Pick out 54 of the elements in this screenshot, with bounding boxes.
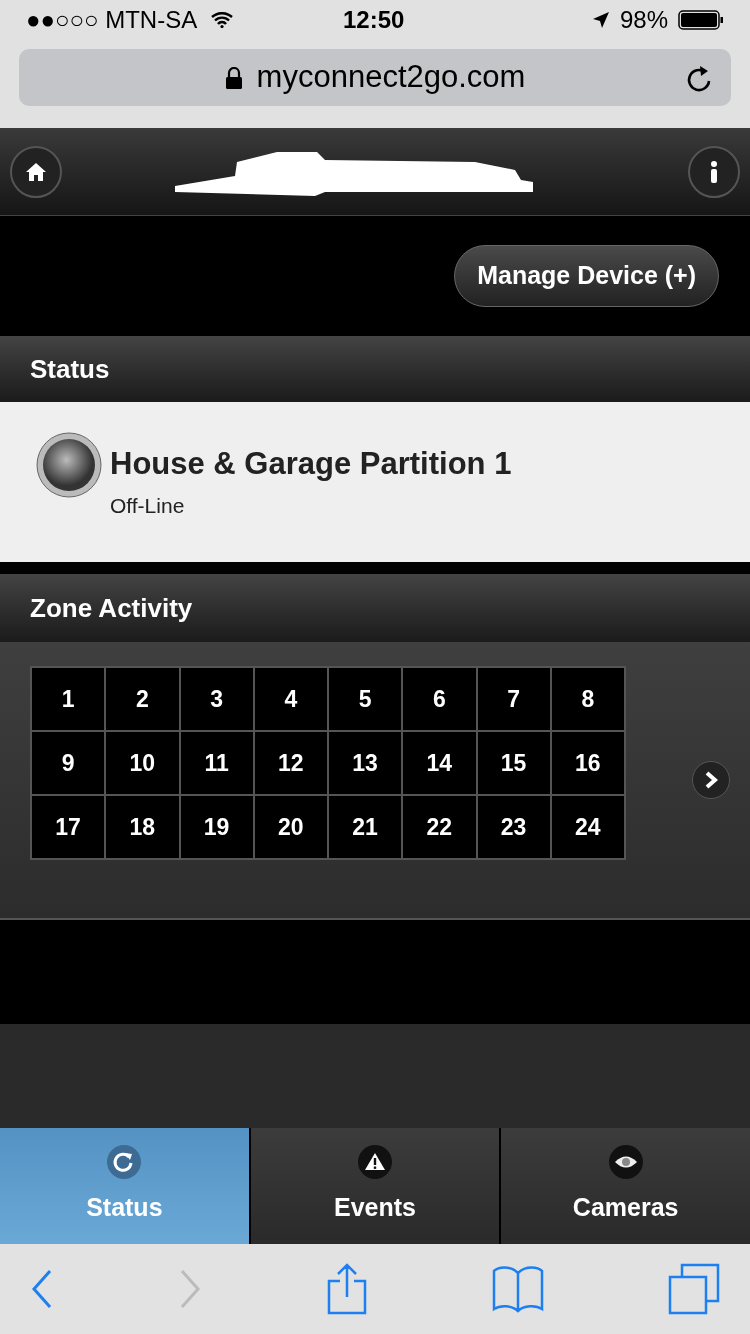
zone-cell[interactable]: 14 [403, 732, 476, 794]
zone-cell[interactable]: 3 [180, 668, 253, 730]
zone-cell[interactable]: 17 [32, 796, 105, 858]
info-button[interactable] [688, 145, 740, 198]
zone-cell[interactable]: 20 [254, 796, 327, 858]
zone-cell[interactable]: 9 [32, 732, 105, 794]
clock: 12:50 [343, 5, 405, 35]
zone-cell[interactable]: 4 [254, 668, 327, 730]
home-icon [25, 161, 47, 182]
info-icon [710, 160, 718, 183]
zone-cell[interactable]: 13 [329, 732, 402, 794]
zone-cell[interactable]: 11 [180, 732, 253, 794]
book-icon[interactable] [492, 1265, 544, 1313]
partition-name: House & Garage Partition 1 [110, 445, 512, 483]
manage-device-button[interactable]: Manage Device (+) [454, 245, 719, 307]
eye-icon [608, 1145, 643, 1180]
home-button[interactable] [10, 145, 62, 198]
zone-cell[interactable]: 16 [551, 732, 624, 794]
zone-cell[interactable]: 24 [551, 796, 624, 858]
zone-cell[interactable]: 2 [106, 668, 179, 730]
zone-cell[interactable]: 10 [106, 732, 179, 794]
zone-cell[interactable]: 18 [106, 796, 179, 858]
zone-cell[interactable]: 7 [477, 668, 550, 730]
zone-cell[interactable]: 23 [477, 796, 550, 858]
battery-icon [678, 10, 724, 30]
lock-icon [224, 66, 243, 89]
zone-cell[interactable]: 22 [403, 796, 476, 858]
section-title: Zone Activity [30, 591, 193, 625]
zone-cell[interactable]: 19 [180, 796, 253, 858]
chevron-right-icon [704, 771, 718, 789]
zone-cell[interactable]: 5 [329, 668, 402, 730]
carrier-name: ●●○○○ MTN-SA [26, 5, 198, 35]
zone-cell[interactable]: 12 [254, 732, 327, 794]
back-icon[interactable] [30, 1269, 54, 1309]
section-title: Status [30, 352, 110, 386]
status-light-icon [36, 432, 102, 498]
zone-cell[interactable]: 15 [477, 732, 550, 794]
next-button[interactable] [692, 761, 730, 799]
zone-cell[interactable]: 1 [32, 668, 105, 730]
zone-cell[interactable]: 6 [403, 668, 476, 730]
tab[interactable]: Cameras [501, 1128, 750, 1244]
share-icon[interactable] [326, 1263, 368, 1315]
refresh-icon [107, 1145, 142, 1180]
tabs-icon[interactable] [668, 1263, 720, 1315]
tab[interactable]: Events [250, 1128, 500, 1244]
wifi-icon [211, 12, 234, 28]
url-text: myconnect2go.com [256, 58, 526, 97]
zone-cell[interactable]: 21 [329, 796, 402, 858]
warning-icon [358, 1145, 392, 1180]
location-arrow-icon [591, 11, 610, 29]
battery-percent: 98% [619, 5, 668, 35]
address-bar[interactable]: myconnect2go.com [19, 49, 731, 106]
partition-status: Off-Line [110, 493, 186, 519]
zone-cell[interactable]: 8 [551, 668, 624, 730]
